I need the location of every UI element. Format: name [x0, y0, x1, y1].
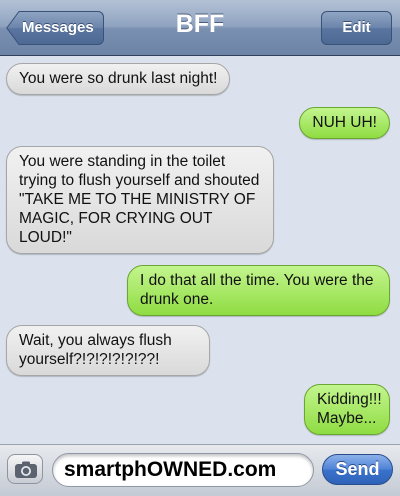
message-bubble-received: Wait, you always flush yourself?!?!?!?!?…	[6, 325, 210, 376]
message-input[interactable]: smartphOWNED.com	[52, 453, 314, 487]
message-bubble-received: You were so drunk last night!	[6, 63, 231, 95]
edit-button[interactable]: Edit	[321, 11, 392, 45]
message-bubble-received: You were standing in the toilet trying t…	[6, 146, 274, 254]
send-button[interactable]: Send	[322, 454, 393, 485]
message-bubble-sent: I do that all the time. You were the dru…	[127, 265, 390, 316]
message-bubble-sent: Kidding!!! Maybe...	[304, 384, 390, 435]
message-composer: smartphOWNED.com Send	[0, 444, 400, 496]
navigation-bar: Messages BFF Edit	[0, 0, 400, 56]
camera-icon	[15, 461, 37, 478]
message-bubble-sent: NUH UH!	[299, 107, 390, 139]
camera-button[interactable]	[7, 454, 43, 484]
